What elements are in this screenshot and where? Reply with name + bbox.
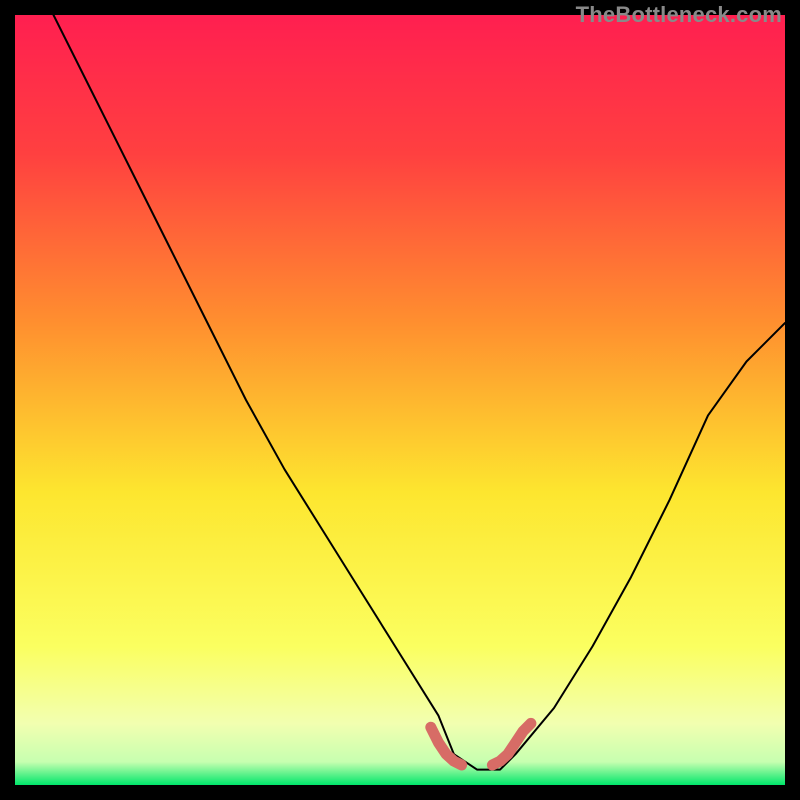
watermark-text: TheBottleneck.com: [576, 2, 782, 28]
plot-area: [15, 15, 785, 785]
bottleneck-curve: [15, 15, 785, 785]
